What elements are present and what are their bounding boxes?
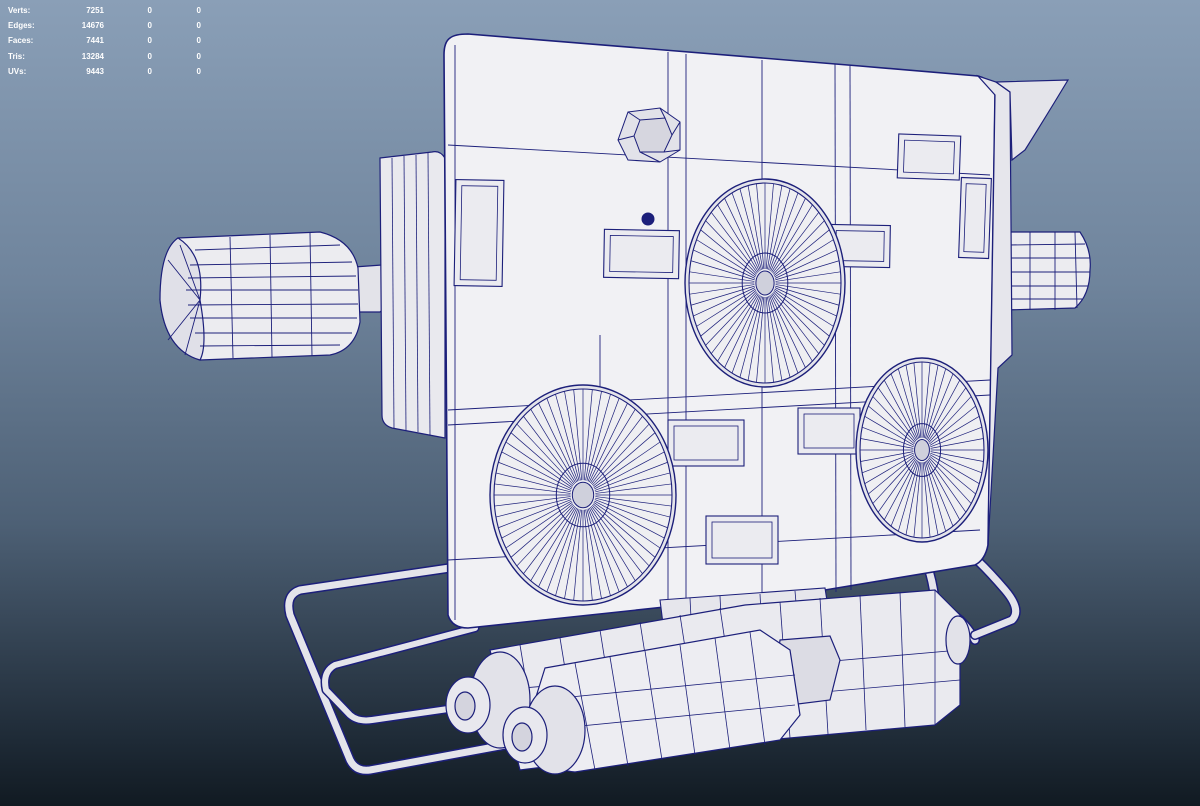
plate (603, 228, 680, 280)
hud-value: 7251 (86, 6, 104, 15)
hud-value: 14676 (81, 21, 104, 31)
hud-row-uvs: UVs: 9443 0 0 (8, 64, 201, 79)
hud-row-edges: Edges: 14676 0 0 (8, 18, 201, 33)
hex-nut (617, 107, 681, 163)
right-knob[interactable] (1004, 231, 1091, 311)
wireframe-model[interactable] (0, 0, 1200, 806)
hud-label: Faces: (8, 36, 34, 46)
hud-label: UVs: (8, 66, 27, 76)
plate (667, 419, 745, 467)
main-panel[interactable] (443, 33, 1070, 629)
hud-value: 0 (196, 6, 201, 15)
hud-value: 9443 (86, 66, 104, 76)
poly-count-hud: Verts: 7251 0 0 Edges: 14676 0 0 Faces: … (8, 3, 201, 79)
hud-row-faces: Faces: 7441 0 0 (8, 33, 201, 48)
hud-value: 0 (196, 36, 201, 46)
hud-value: 0 (147, 51, 152, 61)
hud-label: Verts: (8, 6, 31, 15)
dial-top-center (684, 178, 846, 388)
hud-value: 0 (147, 21, 152, 31)
hud-row-verts: Verts: 7251 0 0 (8, 3, 201, 18)
plate (896, 133, 962, 181)
hud-value: 7441 (86, 36, 104, 46)
hud-label: Edges: (8, 21, 35, 31)
small-bolt (641, 212, 655, 226)
hud-value: 0 (147, 36, 152, 46)
plate (797, 407, 861, 455)
hud-label: Tris: (8, 51, 25, 61)
plate (453, 179, 505, 287)
dial-hub (755, 270, 775, 296)
plate (705, 515, 779, 565)
hud-value: 0 (196, 51, 201, 61)
hud-value: 0 (196, 66, 201, 76)
dial-hub (571, 481, 595, 509)
dial-hub (914, 438, 930, 462)
hud-value: 0 (147, 6, 152, 15)
dial-bottom-right (855, 357, 989, 543)
left-knob[interactable] (159, 231, 389, 361)
left-side-slab[interactable] (379, 151, 446, 439)
hud-row-tris: Tris: 13284 0 0 (8, 49, 201, 64)
hud-value: 0 (147, 66, 152, 76)
hud-value: 13284 (81, 51, 104, 61)
plate (958, 176, 992, 260)
dial-bottom-left (489, 384, 677, 606)
slab-face (379, 151, 446, 439)
hud-value: 0 (196, 21, 201, 31)
3d-viewport[interactable]: Verts: 7251 0 0 Edges: 14676 0 0 Faces: … (0, 0, 1200, 806)
